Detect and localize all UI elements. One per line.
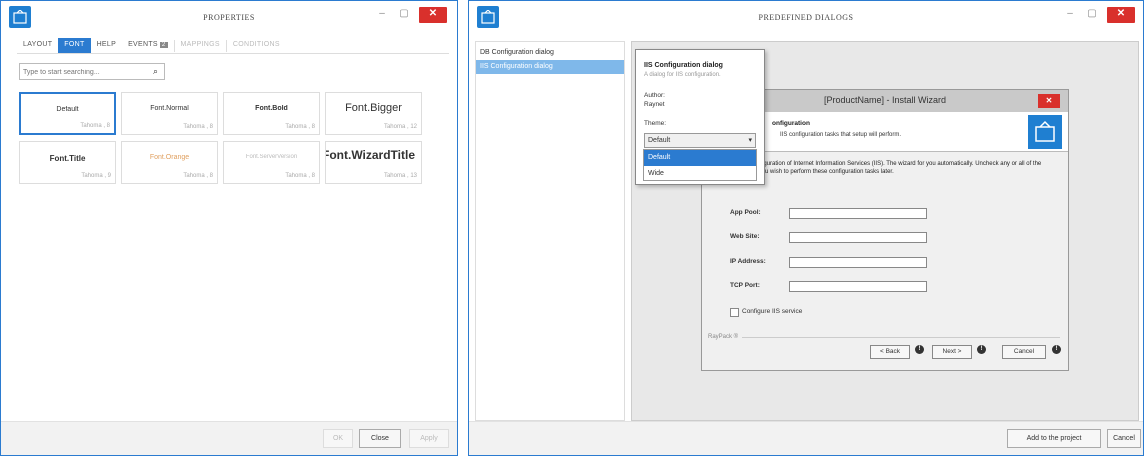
font-card-name: Font.Title <box>49 154 86 163</box>
configure-iis-checkbox[interactable] <box>730 308 739 317</box>
font-card-title[interactable]: Font.Title Tahoma , 9 <box>19 141 116 184</box>
tab-label: MAPPINGS <box>180 41 220 48</box>
list-item-iis-config[interactable]: IIS Configuration dialog <box>476 60 624 74</box>
font-card-name: Font.Orange <box>149 154 190 161</box>
theme-option-wide[interactable]: Wide <box>644 166 756 182</box>
ok-button[interactable]: OK <box>323 429 353 448</box>
footer-label: RayPack ® <box>708 334 739 340</box>
tab-font[interactable]: FONT <box>58 38 91 53</box>
maximize-button[interactable]: ▢ <box>393 7 415 23</box>
web-site-input[interactable] <box>789 232 927 243</box>
tab-conditions[interactable]: CONDITIONS <box>227 38 286 53</box>
tab-label: CONDITIONS <box>232 41 280 48</box>
search-icon[interactable]: ⌕ <box>153 66 158 77</box>
maximize-button[interactable]: ▢ <box>1081 7 1103 23</box>
font-card-default[interactable]: Default Tahoma , 8 <box>19 92 116 135</box>
app-pool-label: App Pool: <box>730 209 761 216</box>
close-button[interactable]: ✕ <box>1107 7 1135 23</box>
footer-divider <box>742 337 1060 338</box>
list-item-db-config[interactable]: DB Configuration dialog <box>476 46 624 60</box>
minimize-button[interactable]: – <box>371 7 393 23</box>
web-site-label: Web Site: <box>730 233 760 240</box>
theme-select[interactable]: Default ▾ <box>644 133 756 148</box>
font-card-name: Font.Bigger <box>345 102 402 114</box>
wizard-header-subtitle: IIS configuration tasks that setup will … <box>780 132 902 138</box>
button-bar: OK Close Apply <box>1 421 457 455</box>
search-input[interactable] <box>23 66 143 78</box>
tab-layout[interactable]: LAYOUT <box>17 38 58 53</box>
font-card-bigger[interactable]: Font.Bigger Tahoma , 12 <box>325 92 422 135</box>
tab-label: LAYOUT <box>23 41 53 48</box>
font-card-detail: Tahoma , 8 <box>285 173 315 179</box>
theme-select-value: Default <box>648 137 671 144</box>
font-card-detail: Tahoma , 8 <box>285 124 315 130</box>
apply-button[interactable]: Apply <box>409 429 449 448</box>
theme-option-default[interactable]: Default <box>644 150 756 166</box>
predefined-dialogs-window: PREDEFINED DIALOGS – ▢ ✕ DB Configuratio… <box>468 0 1144 456</box>
font-card-serverversion[interactable]: Font.ServerVersion Tahoma , 8 <box>223 141 320 184</box>
wizard-header-title: onfiguration <box>772 120 810 127</box>
close-dialog-button[interactable]: Close <box>359 429 401 448</box>
tab-mappings[interactable]: MAPPINGS <box>175 38 226 53</box>
events-count-badge: 2 <box>159 42 168 48</box>
font-card-detail: Tahoma , 8 <box>183 124 213 130</box>
tab-help[interactable]: HELP <box>91 38 123 53</box>
properties-window: PROPERTIES – ▢ ✕ LAYOUT FONT HELP EVENTS… <box>0 0 458 456</box>
author-value: Raynet <box>644 101 665 108</box>
font-card-normal[interactable]: Font.Normal Tahoma , 8 <box>121 92 218 135</box>
button-bar: Add to the project Cancel <box>469 421 1143 455</box>
font-card-name: Font.Bold <box>255 105 288 112</box>
back-info-icon: ! <box>915 345 924 354</box>
theme-label: Theme: <box>644 120 667 127</box>
tab-label: HELP <box>96 41 117 48</box>
back-button[interactable]: < Back <box>870 345 910 359</box>
add-to-project-button[interactable]: Add to the project <box>1007 429 1101 448</box>
ip-address-label: IP Address: <box>730 258 766 265</box>
search-box: ⌕ <box>19 63 165 80</box>
next-info-icon: ! <box>977 345 986 354</box>
font-card-detail: Tahoma , 9 <box>81 173 111 179</box>
tab-label: FONT <box>64 41 85 48</box>
font-card-wizardtitle[interactable]: Font.WizardTitle Tahoma , 13 <box>325 141 422 184</box>
theme-dropdown: Default Wide <box>643 149 757 181</box>
app-pool-input[interactable] <box>789 208 927 219</box>
popup-title: IIS Configuration dialog <box>644 62 723 69</box>
chevron-down-icon: ▾ <box>748 137 752 144</box>
cancel-info-icon: ! <box>1052 345 1061 354</box>
titlebar: PROPERTIES – ▢ ✕ <box>1 1 457 35</box>
font-card-bold[interactable]: Font.Bold Tahoma , 8 <box>223 92 320 135</box>
wizard-close-icon[interactable]: ✕ <box>1038 94 1060 108</box>
font-card-orange[interactable]: Font.Orange Tahoma , 8 <box>121 141 218 184</box>
font-card-name: Font.ServerVersion <box>245 154 298 160</box>
font-card-detail: Tahoma , 12 <box>383 124 417 130</box>
dialog-list: DB Configuration dialog IIS Configuratio… <box>475 41 625 421</box>
next-button[interactable]: Next > <box>932 345 972 359</box>
wizard-logo-icon <box>1028 115 1062 149</box>
minimize-button[interactable]: – <box>1059 7 1081 23</box>
ip-address-input[interactable] <box>789 257 927 268</box>
font-card-name: Font.Normal <box>150 105 189 112</box>
font-card-detail: Tahoma , 8 <box>183 173 213 179</box>
font-card-detail: Tahoma , 8 <box>80 123 110 129</box>
window-title: PREDEFINED DIALOGS <box>758 13 854 22</box>
titlebar: PREDEFINED DIALOGS – ▢ ✕ <box>469 1 1143 35</box>
cancel-button[interactable]: Cancel <box>1107 429 1141 448</box>
tab-bar: LAYOUT FONT HELP EVENTS 2 MAPPINGS CONDIT… <box>17 38 449 54</box>
author-label: Author: <box>644 92 665 99</box>
tab-events[interactable]: EVENTS 2 <box>122 38 173 53</box>
tcp-port-label: TCP Port: <box>730 282 760 289</box>
tcp-port-input[interactable] <box>789 281 927 292</box>
tab-label: EVENTS <box>128 41 158 48</box>
font-card-name: Font.WizardTitle <box>325 148 415 162</box>
close-button[interactable]: ✕ <box>419 7 447 23</box>
configure-iis-label: Configure IIS service <box>742 308 803 315</box>
popup-subtitle: A dialog for IIS configuration. <box>644 72 721 78</box>
font-card-name: Default <box>56 106 79 113</box>
font-card-detail: Tahoma , 13 <box>383 173 417 179</box>
wizard-cancel-button[interactable]: Cancel <box>1002 345 1046 359</box>
